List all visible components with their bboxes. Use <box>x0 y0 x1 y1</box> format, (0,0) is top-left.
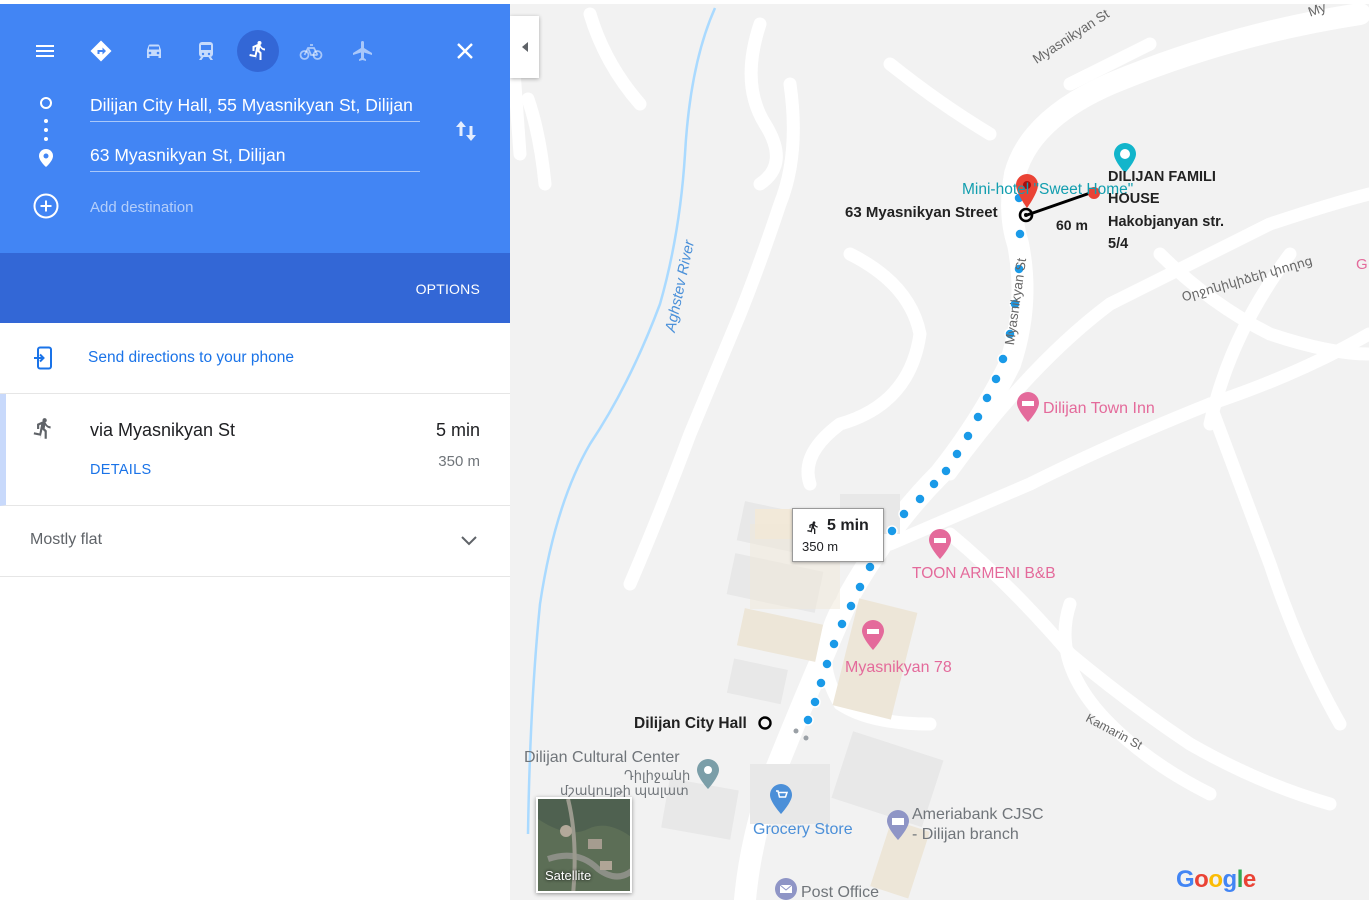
details-button[interactable]: DETAILS <box>90 462 151 478</box>
bubble-distance: 350 m <box>802 539 839 554</box>
route-dot <box>981 392 993 404</box>
route-via: via Myasnikyan St <box>90 420 236 440</box>
map-canvas[interactable]: Myasnikyan St My Myasnikyan St Aghstev R… <box>510 0 1369 900</box>
send-directions-row[interactable]: Send directions to your phone <box>0 323 510 394</box>
route-dot <box>990 373 1002 385</box>
place-label-ameriabank: - Dilijan branch <box>912 826 1019 843</box>
annotation-famili-house: DILIJAN FAMILI <box>1108 169 1216 185</box>
route-dot <box>997 353 1009 365</box>
swap-icon[interactable] <box>452 117 480 145</box>
route-duration-bubble[interactable]: 5 min 350 m <box>792 508 884 562</box>
route-dot <box>951 448 963 460</box>
annotation-63-myasnikyan: 63 Myasnikyan Street <box>845 204 998 221</box>
place-label-toon-armeni[interactable]: TOON ARMENI B&B <box>912 565 1056 583</box>
options-bar: OPTIONS <box>0 253 510 323</box>
directions-icon[interactable] <box>80 30 122 72</box>
route-dot <box>886 525 898 537</box>
elevation-row[interactable]: Mostly flat <box>0 506 510 577</box>
place-label-ameriabank[interactable]: Ameriabank CJSC <box>912 806 1044 824</box>
origin-marker-icon <box>40 97 52 109</box>
collapse-panel-button[interactable] <box>510 16 539 78</box>
place-label-cultural-center[interactable]: Dilijan Cultural Center <box>524 749 680 767</box>
annotation-distance: 60 m <box>1056 217 1088 233</box>
route-dot <box>845 600 857 612</box>
route-dot <box>821 658 833 670</box>
route-dot <box>940 465 952 477</box>
route-option[interactable]: via Myasnikyan St 5 min 350 m DETAILS <box>0 394 510 506</box>
annotation-famili-address: Hakobjanyan str. <box>1108 214 1225 230</box>
menu-icon[interactable] <box>24 30 66 72</box>
annotation-famili-address: 5/4 <box>1108 236 1129 252</box>
send-to-phone-icon <box>34 346 52 370</box>
destination-marker-icon <box>39 149 53 167</box>
destination-input[interactable]: 63 Myasnikyan St, Dilijan <box>90 140 420 172</box>
route-distance: 350 m <box>438 453 480 470</box>
add-destination-input[interactable]: Add destination <box>90 199 193 216</box>
route-dot <box>972 411 984 423</box>
add-destination-icon[interactable] <box>32 192 60 220</box>
satellite-label: Satellite <box>545 868 592 883</box>
satellite-toggle[interactable]: Satellite <box>536 797 632 893</box>
place-label-myasnikyan-78[interactable]: Myasnikyan 78 <box>845 659 952 677</box>
grocery-pin-icon[interactable] <box>769 784 793 814</box>
route-dot <box>928 478 940 490</box>
place-label-cultural-center-hy: Դիլիջանի <box>624 768 691 783</box>
place-label-grocery-store[interactable]: Grocery Store <box>753 821 853 839</box>
route-dot <box>864 561 876 573</box>
annotation-city-hall: Dilijan City Hall <box>634 715 747 732</box>
route-time: 5 min <box>435 420 480 440</box>
origin-input[interactable]: Dilijan City Hall, 55 Myasnikyan St, Dil… <box>90 90 420 122</box>
route-connector <box>44 119 48 149</box>
directions-header: Dilijan City Hall, 55 Myasnikyan St, Dil… <box>0 0 510 253</box>
options-button[interactable]: OPTIONS <box>416 281 480 297</box>
route-dot <box>815 677 827 689</box>
route-dot <box>854 581 866 593</box>
walking-icon <box>807 521 818 534</box>
hotel-pin-icon[interactable] <box>861 620 885 650</box>
route-dot <box>962 430 974 442</box>
bank-pin-icon[interactable] <box>886 810 910 840</box>
google-logo: Google <box>1176 866 1256 893</box>
route-dot <box>802 714 814 726</box>
flight-icon[interactable] <box>342 30 384 72</box>
bubble-time: 5 min <box>827 517 869 534</box>
post-office-pin-icon[interactable] <box>774 877 798 900</box>
place-label-post-office[interactable]: Post Office <box>801 884 879 900</box>
send-directions-link[interactable]: Send directions to your phone <box>88 349 294 367</box>
car-icon[interactable] <box>133 30 175 72</box>
route-dot <box>1014 228 1026 240</box>
landmark-pin-icon[interactable] <box>696 759 720 789</box>
directions-panel: Dilijan City Hall, 55 Myasnikyan St, Dil… <box>0 0 510 900</box>
elevation-summary: Mostly flat <box>30 531 103 548</box>
caret-left-icon <box>521 42 528 52</box>
walking-icon[interactable] <box>237 30 279 72</box>
annotation-famili-house: HOUSE <box>1108 191 1160 207</box>
transit-icon[interactable] <box>185 30 227 72</box>
hotel-pin-icon[interactable] <box>1016 392 1040 422</box>
route-dot <box>898 508 910 520</box>
route-dot <box>914 493 926 505</box>
walking-icon <box>33 418 51 439</box>
bicycle-icon[interactable] <box>290 30 332 72</box>
chevron-down-icon[interactable] <box>458 533 480 549</box>
close-icon[interactable] <box>444 30 486 72</box>
route-dot <box>836 618 848 630</box>
place-label-dilijan-town-inn[interactable]: Dilijan Town Inn <box>1043 400 1155 418</box>
hotel-pin-icon[interactable] <box>928 529 952 559</box>
route-dot <box>809 696 821 708</box>
route-dot <box>828 638 840 650</box>
place-label: G <box>1356 256 1368 273</box>
